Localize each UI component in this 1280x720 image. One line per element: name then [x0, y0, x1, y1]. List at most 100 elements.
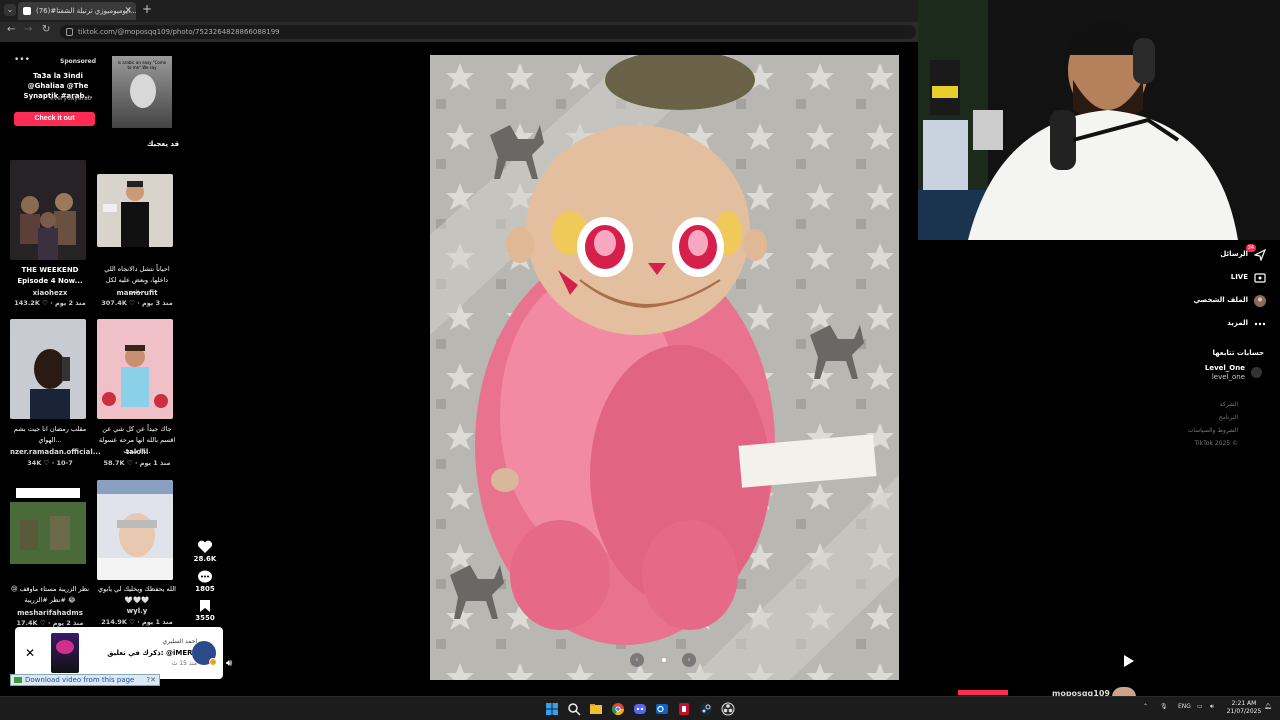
close-icon[interactable]: ?✕	[146, 675, 156, 685]
ad-thumbnail[interactable]: is arabic an easy "Come to me" We say	[112, 56, 172, 128]
webcam-overlay	[918, 0, 1280, 240]
previous-photo-icon[interactable]: ‹	[630, 653, 644, 667]
microphone-icon[interactable]: 🎙︎	[1160, 703, 1168, 710]
thumbnail-image	[97, 480, 173, 580]
close-tab-icon[interactable]: ✕	[124, 2, 132, 20]
thumbnail-image	[10, 480, 86, 580]
card-meta: 34K ♡ · 10-7	[27, 459, 73, 467]
following-accounts-title: حسابات تتابعها	[1212, 349, 1264, 357]
search-icon[interactable]	[567, 702, 581, 716]
card-meta: 17.4K ♡ · منذ 2 يوم	[16, 619, 84, 627]
tab-menu-button[interactable]: ⌄	[4, 4, 16, 16]
browser-tab[interactable]: (76)#ايوميوميوزي ترتيلة الشفتا... ✕	[18, 2, 136, 20]
like-button[interactable]: 28.6K	[190, 540, 220, 563]
volume-icon[interactable]: 🔊︎	[226, 658, 232, 669]
notification-time: منذ 15 ث	[171, 660, 197, 667]
video-thumbnail[interactable]	[10, 160, 86, 260]
sidebar-item-messages[interactable]: الرسائل 34	[1120, 244, 1270, 264]
webcam-image	[918, 0, 1280, 240]
clock-time: 2:21 AM	[1231, 700, 1257, 707]
video-thumbnail[interactable]	[97, 480, 173, 580]
play-icon[interactable]	[1124, 655, 1134, 667]
app-icon[interactable]	[677, 702, 691, 716]
comment-button[interactable]: 1805	[190, 570, 220, 593]
taskbar: ⌃ 🎙︎ ENG ▭ 🔊︎ 2:21 AM 21/07/2025 🔔︎	[0, 696, 1280, 720]
close-icon[interactable]: ✕	[25, 646, 35, 660]
footer-program-link[interactable]: البرنامج	[1170, 414, 1238, 421]
main-photo[interactable]	[430, 55, 899, 680]
address-bar-row: ← → ↻ tiktok.com/@moposqq109/photo/75232…	[0, 22, 918, 42]
file-explorer-icon[interactable]	[589, 702, 603, 716]
ad-more-icon[interactable]: •••	[14, 55, 30, 65]
tab-title: (76)#ايوميوميوزي ترتيلة الشفتا...	[36, 7, 136, 15]
card-author[interactable]: wyl.y	[97, 607, 177, 615]
obs-icon[interactable]	[721, 702, 735, 716]
thumbnail-image	[97, 174, 173, 247]
sponsored-ad: ••• Sponsored Ta3a la 3indi @Ghaliaa @Th…	[10, 55, 175, 130]
windows-start-icon[interactable]	[545, 702, 559, 716]
card-author[interactable]: talolil	[97, 448, 177, 456]
clock[interactable]: 2:21 AM 21/07/2025	[1226, 700, 1262, 716]
card-caption: THE WEEKEND Episode 4 Now...	[17, 266, 83, 285]
following-account-item[interactable]: Level_One level_one	[1180, 364, 1270, 384]
card-author[interactable]: mamorufit	[97, 289, 177, 297]
ad-thumbnail-face	[130, 74, 156, 108]
outlook-icon[interactable]	[655, 702, 669, 716]
screen: ⌄ (76)#ايوميوميوزي ترتيلة الشفتا... ✕ + …	[0, 0, 1280, 720]
download-video-bar[interactable]: Download video from this page ?✕	[10, 674, 160, 686]
sidebar-item-label: الملف الشخصي	[1193, 296, 1248, 304]
avatar	[1251, 367, 1262, 378]
save-button[interactable]: 3550	[190, 599, 220, 622]
card-author[interactable]: nzer.ramadan.official...	[10, 448, 101, 456]
follow-button[interactable]	[958, 690, 1008, 695]
notification-thumbnail	[51, 633, 79, 673]
comment-icon	[198, 570, 212, 583]
video-thumbnail[interactable]	[97, 319, 173, 419]
notification-toast[interactable]: ✕ احمد السلبري ذكرك في تعليق: @iMERT منذ…	[15, 627, 223, 679]
page-dot[interactable]	[662, 658, 666, 662]
check-it-out-button[interactable]: Check it out	[14, 112, 95, 126]
footer-company-link[interactable]: الشركة	[1170, 401, 1238, 408]
live-icon	[1254, 273, 1266, 283]
card-meta: 58.7K ♡ · منذ 1 يوم	[103, 459, 171, 467]
messages-badge: 34	[1245, 244, 1256, 252]
forward-icon[interactable]: →	[24, 24, 32, 35]
video-thumbnail[interactable]	[10, 480, 86, 580]
site-info-icon[interactable]	[66, 28, 73, 36]
profile-icon	[1254, 295, 1266, 307]
url-field[interactable]: tiktok.com/@moposqq109/photo/75232648288…	[60, 25, 916, 39]
tray-chevron-icon[interactable]: ⌃	[1143, 703, 1148, 710]
steam-icon[interactable]	[699, 702, 713, 716]
language-indicator[interactable]: ENG	[1178, 703, 1191, 710]
discord-icon[interactable]	[633, 702, 647, 716]
new-tab-button[interactable]: +	[142, 2, 152, 16]
card-caption: مقلب رمضان انا جيت بشم الهواي...	[13, 425, 87, 444]
like-count: 28.6K	[193, 555, 217, 563]
speaker-icon[interactable]: 🔊︎	[1210, 703, 1214, 711]
video-thumbnail[interactable]	[10, 319, 86, 419]
sidebar-item-more[interactable]: المزيد	[1120, 317, 1270, 333]
reload-icon[interactable]: ↻	[42, 24, 50, 35]
next-photo-icon[interactable]: ›	[682, 653, 696, 667]
notifications-icon[interactable]: 🔔︎	[1264, 703, 1272, 710]
card-author[interactable]: meshari̇fahadms	[10, 609, 90, 617]
sidebar-item-profile[interactable]: الملف الشخصي	[1120, 294, 1270, 310]
card-author[interactable]: xiaohezx	[10, 289, 90, 297]
footer-terms-link[interactable]: الشروط والسياسات	[1168, 427, 1238, 434]
send-icon	[1254, 249, 1266, 261]
download-icon	[14, 677, 22, 683]
you-may-like-title: قد يعجبك	[147, 140, 180, 148]
sidebar-item-live[interactable]: LIVE	[1120, 271, 1270, 287]
sponsored-label: Sponsored	[60, 58, 97, 65]
ad-thumbnail-caption: is arabic an easy "Come to me" We say	[117, 60, 167, 70]
card-meta: 214.9K ♡ · منذ 1 يوم	[101, 618, 173, 626]
video-thumbnail[interactable]	[97, 174, 173, 247]
notification-title: احمد السلبري	[162, 638, 197, 645]
chrome-icon[interactable]	[611, 702, 625, 716]
footer-copyright: TikTok 2025 ©	[1194, 440, 1239, 447]
notification-text: ذكرك في تعليق: @iMERT	[107, 649, 197, 657]
network-icon[interactable]: ▭	[1197, 703, 1203, 710]
ad-user[interactable]: everydayarab	[50, 95, 92, 102]
download-video-text: Download video from this page	[25, 676, 135, 684]
back-icon[interactable]: ←	[7, 24, 15, 35]
